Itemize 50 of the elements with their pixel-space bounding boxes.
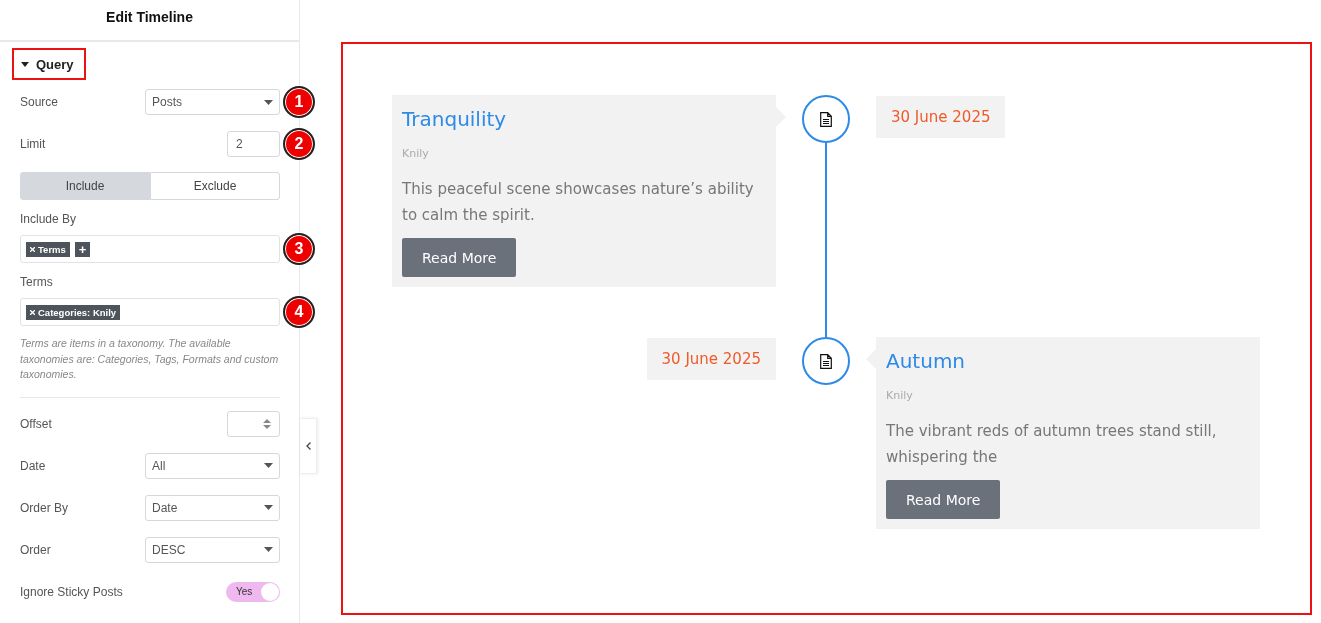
select-field[interactable]: All	[145, 452, 280, 479]
field-label: Terms	[20, 275, 54, 289]
read-more-button[interactable]: Read More	[886, 480, 1001, 519]
field-label: Source	[20, 95, 59, 109]
post-author: Knily	[402, 147, 429, 160]
remove-icon[interactable]	[30, 246, 35, 252]
help-text: Terms are items in a taxonomy. The available taxonomies are: Categories, Tags, Formats and custom taxonomies.	[20, 336, 279, 382]
number-badge: 1	[283, 86, 315, 118]
select-field[interactable]: Posts	[145, 89, 280, 115]
caret-icon	[21, 62, 29, 67]
tags-field[interactable]: Categories: Knily	[20, 298, 280, 326]
remove-icon[interactable]	[30, 309, 35, 315]
toggle-switch[interactable]: Yes	[226, 581, 280, 602]
field-label: Order	[20, 542, 51, 557]
post-date: 30 June 2025	[646, 338, 776, 380]
panel-title: Edit Timeline	[106, 9, 193, 27]
segment-tab[interactable]: Exclude	[150, 172, 280, 200]
document-icon	[820, 353, 832, 369]
number-field[interactable]: 2	[227, 131, 280, 157]
post-excerpt: The vibrant reds of autumn trees stand still, whispering the	[886, 421, 1218, 468]
field-label: Offset	[20, 416, 52, 431]
field-label: Order By	[20, 500, 68, 515]
field-label: Ignore Sticky Posts	[20, 584, 123, 599]
spinner-arrows-icon	[263, 417, 271, 430]
number-badge: 2	[283, 128, 315, 160]
section-toggle[interactable]: Query	[12, 48, 86, 80]
number-badge: 3	[283, 233, 315, 265]
document-icon	[820, 111, 832, 127]
number-field[interactable]	[227, 410, 280, 437]
field-label: Date	[20, 458, 46, 473]
dropdown-caret-icon	[264, 547, 273, 552]
dropdown-caret-icon	[264, 463, 273, 468]
collapse-handle[interactable]	[300, 418, 317, 474]
tag-chip[interactable]: Terms	[26, 241, 70, 257]
field-label: Limit	[20, 137, 46, 151]
chevron-left-icon	[305, 442, 311, 450]
post-author: Knily	[886, 389, 913, 402]
post-excerpt: This peaceful scene showcases nature’s ability to calm the spirit.	[402, 179, 755, 226]
dropdown-caret-icon	[264, 505, 273, 510]
select-field[interactable]: DESC	[145, 536, 280, 563]
segment-tab[interactable]: Include	[20, 172, 150, 200]
dropdown-caret-icon	[264, 99, 273, 105]
read-more-button[interactable]: Read More	[402, 238, 517, 277]
select-field[interactable]: Date	[145, 494, 280, 521]
tag-chip[interactable]: Categories: Knily	[26, 304, 121, 320]
field-label: Include By	[20, 212, 78, 226]
tags-field[interactable]: Terms +	[20, 235, 280, 263]
number-badge: 4	[283, 296, 315, 328]
add-button[interactable]: +	[74, 241, 91, 257]
post-date: 30 June 2025	[876, 96, 1006, 138]
